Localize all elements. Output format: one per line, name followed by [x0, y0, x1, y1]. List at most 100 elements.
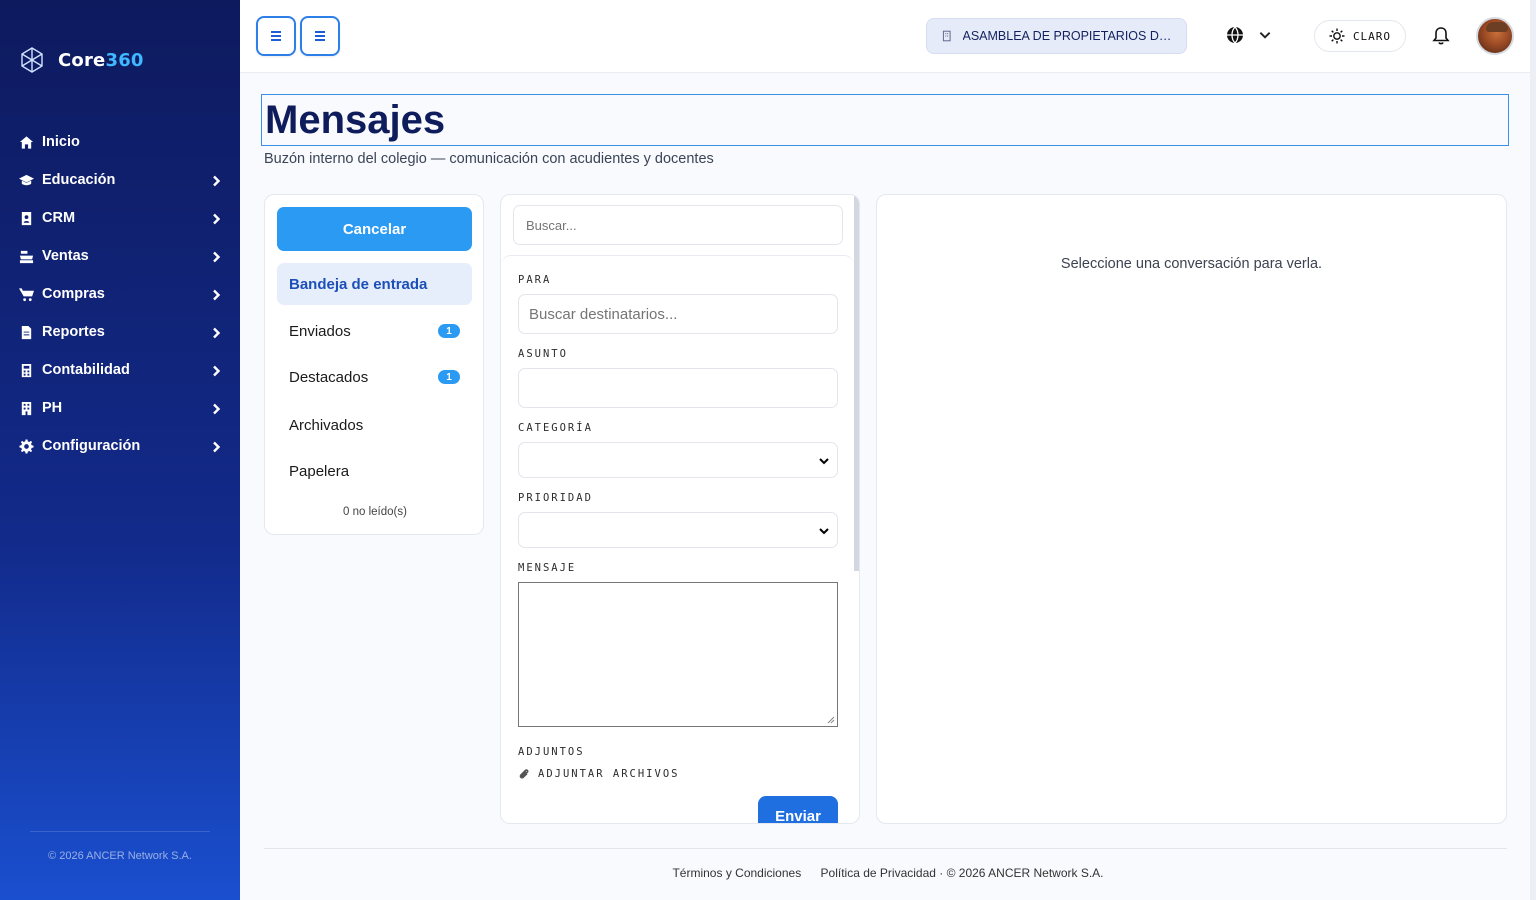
message-textarea[interactable]: [518, 582, 838, 727]
folder-label: Papelera: [289, 462, 350, 480]
subject-label: ASUNTO: [518, 348, 568, 360]
sidebar-item-label: Configuración: [42, 438, 141, 454]
chevron-right-icon: [210, 402, 222, 415]
organization-selector[interactable]: ASAMBLEA DE PROPIETARIOS DE ...: [926, 18, 1187, 54]
attach-files-label: ADJUNTAR ARCHIVOS: [538, 768, 680, 780]
graduation-cap-icon: [18, 172, 34, 188]
subject-input[interactable]: [518, 368, 838, 408]
compose-form: PARA ASUNTO CATEGORÍA PRIORIDAD MENSAJE …: [501, 255, 854, 823]
message-label: MENSAJE: [518, 562, 577, 574]
sidebar-item-label: Inicio: [42, 134, 80, 150]
organization-name: ASAMBLEA DE PROPIETARIOS DE ...: [962, 29, 1173, 43]
compose-scrollbar[interactable]: [854, 195, 859, 571]
sidebar-item-label: CRM: [42, 210, 76, 226]
conversation-viewer: Seleccione una conversación para verla.: [876, 194, 1507, 824]
sidebar-item-label: Reportes: [42, 324, 105, 340]
cancel-button[interactable]: Cancelar: [277, 207, 472, 251]
sidebar-item-ventas[interactable]: Ventas: [0, 237, 240, 275]
sidebar-item-compras[interactable]: Compras: [0, 275, 240, 313]
folder-starred[interactable]: Destacados 1: [277, 356, 472, 398]
sun-icon: [1329, 28, 1345, 44]
priority-select[interactable]: [518, 512, 838, 548]
brand[interactable]: Core360: [18, 46, 144, 74]
sidebar-nav: Inicio Educación CRM Ventas Compras Repo…: [0, 123, 240, 465]
chevron-right-icon: [210, 326, 222, 339]
chevron-right-icon: [210, 174, 222, 187]
logo-icon: [21, 47, 43, 73]
file-icon: [18, 324, 34, 340]
building-icon: [942, 30, 951, 42]
page-scrollbar[interactable]: [1530, 0, 1536, 900]
page-title: Mensajes: [261, 94, 1509, 146]
count-badge: 1: [438, 324, 460, 338]
chevron-right-icon: [210, 364, 222, 377]
to-label: PARA: [518, 274, 552, 286]
calculator-icon: [18, 362, 34, 378]
globe-icon: [1227, 26, 1243, 44]
folder-label: Destacados: [289, 368, 369, 386]
sidebar-item-label: Educación: [42, 172, 116, 188]
chevron-right-icon: [210, 288, 222, 301]
search-input[interactable]: [513, 205, 843, 245]
chevron-down-icon: [819, 458, 829, 465]
footer-copyright: · © 2026 ANCER Network S.A.: [939, 866, 1104, 880]
terms-link[interactable]: Términos y Condiciones: [672, 866, 801, 880]
menu-icon: [271, 31, 281, 41]
sidebar-item-crm[interactable]: CRM: [0, 199, 240, 237]
empty-state-message: Seleccione una conversación para verla.: [1060, 256, 1323, 272]
theme-toggle[interactable]: CLARO: [1314, 20, 1406, 52]
folder-trash[interactable]: Papelera: [277, 450, 472, 492]
footer: Términos y Condiciones Política de Priva…: [0, 866, 1536, 880]
category-select[interactable]: [518, 442, 838, 478]
unread-count: 0 no leído(s): [343, 506, 407, 518]
sidebar-item-ph[interactable]: PH: [0, 389, 240, 427]
attachments-label: ADJUNTOS: [518, 746, 585, 758]
send-button[interactable]: Enviar: [758, 796, 838, 823]
folder-inbox[interactable]: Bandeja de entrada: [277, 263, 472, 305]
count-badge: 1: [438, 370, 460, 384]
attach-files-button[interactable]: ADJUNTAR ARCHIVOS: [518, 768, 679, 780]
sidebar-item-label: PH: [42, 400, 63, 416]
folders-panel: Cancelar Bandeja de entrada Enviados 1 D…: [264, 194, 484, 535]
theme-label: CLARO: [1352, 29, 1392, 43]
footer-divider: [264, 848, 1507, 849]
sidebar-divider: [30, 831, 210, 832]
gear-icon: [18, 438, 34, 454]
compose-panel: PARA ASUNTO CATEGORÍA PRIORIDAD MENSAJE …: [500, 194, 860, 824]
sidebar-item-educacion[interactable]: Educación: [0, 161, 240, 199]
folder-label: Archivados: [289, 416, 364, 434]
sidebar-item-inicio[interactable]: Inicio: [0, 123, 240, 161]
sidebar-item-label: Ventas: [42, 248, 89, 264]
sidebar-copyright: © 2026 ANCER Network S.A.: [48, 850, 192, 862]
sidebar-item-contabilidad[interactable]: Contabilidad: [0, 351, 240, 389]
bell-icon[interactable]: [1432, 26, 1450, 46]
chevron-down-icon: [819, 528, 829, 535]
privacy-link[interactable]: Política de Privacidad: [821, 866, 936, 880]
chevron-right-icon: [210, 440, 222, 453]
chevron-right-icon: [210, 212, 222, 225]
category-label: CATEGORÍA: [518, 422, 593, 434]
toggle-menu-button[interactable]: [300, 16, 340, 56]
brand-name: Core360: [58, 49, 144, 71]
user-avatar[interactable]: [1476, 17, 1514, 55]
folder-sent[interactable]: Enviados 1: [277, 310, 472, 352]
chevron-down-icon: [1259, 32, 1271, 39]
topbar: ASAMBLEA DE PROPIETARIOS DE ... CLARO: [240, 0, 1530, 73]
folder-label: Enviados: [289, 322, 351, 340]
chevron-right-icon: [210, 250, 222, 263]
sidebar-item-configuracion[interactable]: Configuración: [0, 427, 240, 465]
paperclip-icon: [519, 769, 529, 779]
recipients-input[interactable]: [518, 294, 838, 334]
contact-book-icon: [18, 210, 34, 226]
toggle-sidebar-button[interactable]: [256, 16, 296, 56]
home-icon: [18, 134, 34, 150]
folder-archived[interactable]: Archivados: [277, 404, 472, 446]
cash-register-icon: [18, 248, 34, 264]
language-selector[interactable]: [1226, 26, 1272, 44]
sidebar: Core360 Inicio Educación CRM Ventas Comp…: [0, 0, 240, 900]
resize-grip-icon[interactable]: [827, 716, 835, 724]
sidebar-item-label: Contabilidad: [42, 362, 130, 378]
folder-label: Bandeja de entrada: [289, 275, 428, 293]
priority-label: PRIORIDAD: [518, 492, 593, 504]
sidebar-item-reportes[interactable]: Reportes: [0, 313, 240, 351]
